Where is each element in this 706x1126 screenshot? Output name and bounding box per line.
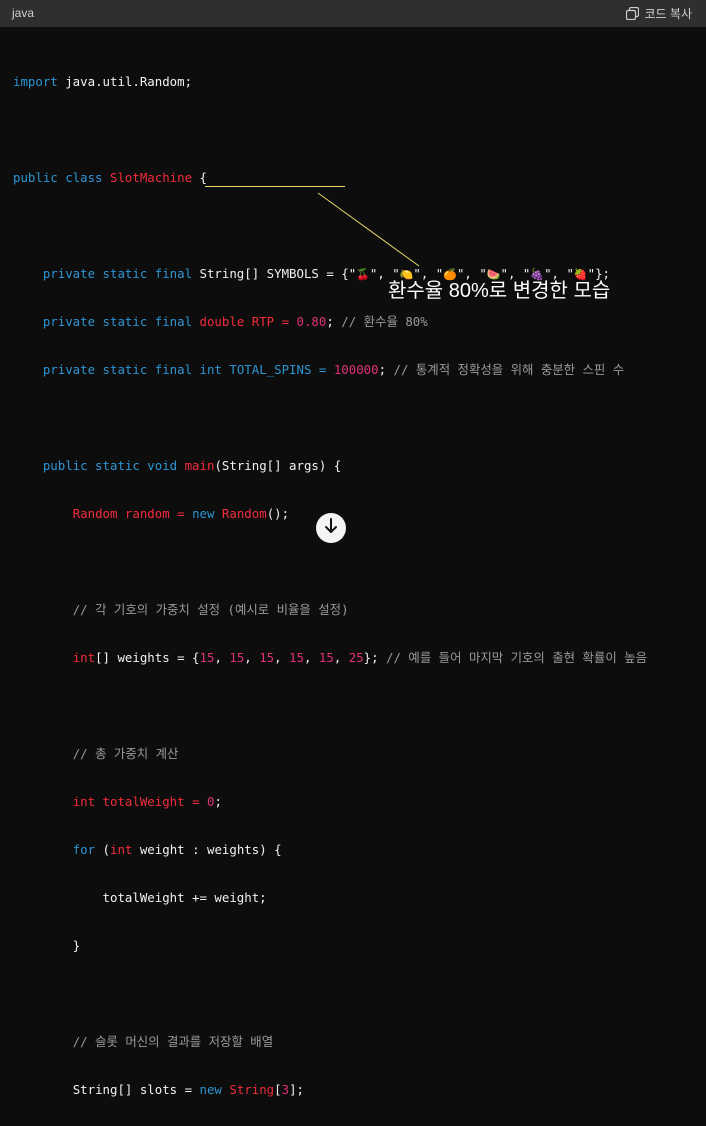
code-line: totalWeight += weight; xyxy=(13,886,647,910)
variable: totalWeight xyxy=(102,794,185,809)
arrow-down-icon xyxy=(324,518,338,538)
comment: // 예를 들어 마지막 기호의 출현 확률이 높음 xyxy=(386,650,647,665)
code-line: // 슬롯 머신의 결과를 저장할 배열 xyxy=(13,1030,647,1054)
number: 25 xyxy=(348,650,364,665)
code-line: // 총 가중치 계산 xyxy=(13,742,647,766)
keyword: for xyxy=(72,842,96,857)
code-text: weight : weights) { xyxy=(132,842,282,857)
code-text: String[] slots = xyxy=(72,1082,200,1097)
number: 3 xyxy=(281,1082,290,1097)
number: 15 xyxy=(229,650,245,665)
number: 15 xyxy=(259,650,275,665)
code-text: ]; xyxy=(289,1082,304,1097)
code-text: }; xyxy=(363,650,379,665)
type: int xyxy=(72,794,96,809)
scroll-to-bottom-button[interactable] xyxy=(316,513,346,543)
type: int xyxy=(110,842,133,857)
code-line: } xyxy=(13,934,647,958)
code-text: } xyxy=(72,938,81,953)
code-line: String[] slots = new String[3]; xyxy=(13,1078,647,1102)
code-text: ( xyxy=(95,842,110,857)
annotation-text: 환수율 80%로 변경한 모습 xyxy=(388,280,611,302)
code-text: totalWeight += weight; xyxy=(102,890,267,905)
code-line: int[] weights = {15, 15, 15, 15, 15, 25}… xyxy=(72,650,647,665)
comment: // 총 가중치 계산 xyxy=(72,746,179,761)
number: 15 xyxy=(289,650,304,665)
constructor: String xyxy=(229,1082,275,1097)
code-text: = xyxy=(184,794,207,809)
code-line: int totalWeight = 0; xyxy=(13,790,647,814)
code-text: [] weights = { xyxy=(95,650,200,665)
code-text: [ xyxy=(274,1082,282,1097)
code-line: // 각 기호의 가중치 설정 (예시로 비율을 설정) xyxy=(13,598,647,622)
code-text: ; xyxy=(214,794,222,809)
comment: // 슬롯 머신의 결과를 저장할 배열 xyxy=(72,1034,274,1049)
keyword: new xyxy=(199,1082,222,1097)
number: 15 xyxy=(199,650,215,665)
number: 15 xyxy=(318,650,334,665)
code-line: for (int weight : weights) { xyxy=(13,838,647,862)
type: int xyxy=(72,650,96,665)
comment: // 각 기호의 가중치 설정 (예시로 비율을 설정) xyxy=(72,602,349,617)
number: 0 xyxy=(207,794,215,809)
